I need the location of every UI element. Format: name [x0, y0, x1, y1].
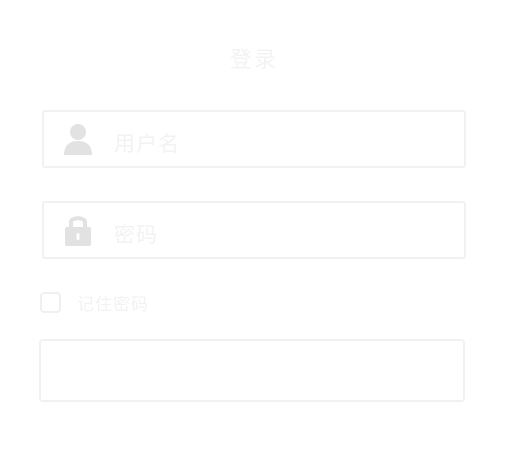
login-button[interactable]	[39, 339, 465, 402]
user-icon	[60, 121, 96, 157]
login-panel: 登录 用户名 密码 记住密码	[0, 0, 508, 449]
remember-password-label: 记住密码	[77, 294, 149, 315]
username-placeholder: 用户名	[114, 132, 180, 156]
username-field[interactable]: 用户名	[42, 110, 466, 168]
password-field[interactable]: 密码	[42, 201, 466, 259]
login-title: 登录	[229, 48, 278, 73]
password-placeholder: 密码	[114, 223, 158, 247]
lock-icon	[60, 212, 96, 248]
remember-password-option[interactable]: 记住密码	[40, 290, 149, 315]
remember-password-checkbox[interactable]	[40, 291, 61, 313]
